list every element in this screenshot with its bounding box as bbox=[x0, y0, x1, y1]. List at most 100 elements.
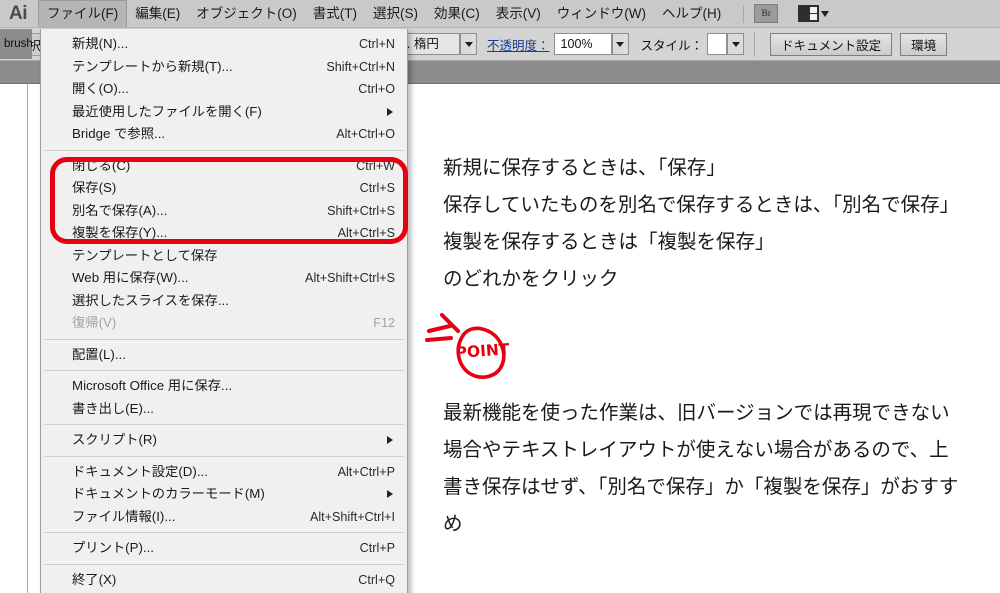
file-menu-item[interactable]: 複製を保存(Y)... Alt+Ctrl+S bbox=[41, 222, 407, 245]
instruction-text-line: 複製を保存するときは「複製を保存」 bbox=[443, 223, 959, 260]
menu-bar-item-label: 表示(V) bbox=[496, 6, 541, 21]
menu-bar-item-label: 選択(S) bbox=[373, 6, 418, 21]
menu-separator bbox=[44, 150, 404, 151]
stroke-profile-dropdown-arrow[interactable] bbox=[460, 33, 477, 55]
file-menu-item-label: ファイル情報(I)... bbox=[72, 506, 175, 529]
file-menu-item[interactable]: プリント(P)...Ctrl+P bbox=[41, 537, 407, 560]
bridge-icon[interactable]: Br bbox=[754, 4, 778, 23]
file-menu-item[interactable]: 新規(N)...Ctrl+N bbox=[41, 33, 407, 56]
menu-bar-item-label: 効果(C) bbox=[434, 6, 480, 21]
menu-separator bbox=[44, 456, 404, 457]
menu-bar-item-label: 書式(T) bbox=[313, 6, 357, 21]
instruction-text-block-2: 最新機能を使った作業は、旧バージョンでは再現できない場合やテキストレイアウトが使… bbox=[443, 394, 958, 542]
menu-help[interactable]: ヘルプ(H) bbox=[654, 1, 729, 27]
menu-separator bbox=[44, 424, 404, 425]
menu-window[interactable]: ウィンドウ(W) bbox=[549, 1, 654, 27]
submenu-arrow-icon bbox=[387, 108, 393, 116]
menu-bar-item-label: ファイル(F) bbox=[47, 6, 118, 21]
file-menu-item-label: Bridge で参照... bbox=[72, 123, 165, 146]
illustrator-window: Ai ファイル(F) 編集(E) オブジェクト(O) 書式(T) 選択(S) 効果(C) 表… bbox=[0, 0, 1000, 593]
file-menu-item-label: Microsoft Office 用に保存... bbox=[72, 375, 232, 398]
menu-separator bbox=[44, 564, 404, 565]
file-menu-item-label: プリント(P)... bbox=[72, 537, 154, 560]
menu-bar-divider bbox=[743, 5, 744, 23]
file-menu-item[interactable]: Web 用に保存(W)...Alt+Shift+Ctrl+S bbox=[41, 267, 407, 290]
file-menu-item-label: 保存(S) bbox=[72, 177, 116, 200]
opacity-label[interactable]: 不透明度： bbox=[487, 35, 550, 54]
file-menu-item-label: 最近使用したファイルを開く(F) bbox=[72, 101, 262, 124]
file-menu-item-shortcut: Ctrl+S bbox=[360, 181, 397, 195]
file-menu-item[interactable]: ドキュメント設定(D)...Alt+Ctrl+P bbox=[41, 461, 407, 484]
file-menu-item[interactable]: 終了(X) Ctrl+Q bbox=[41, 569, 407, 592]
file-menu-item-label: 復帰(V) bbox=[72, 312, 116, 335]
file-menu-item[interactable]: ドキュメントのカラーモード(M) bbox=[41, 483, 407, 506]
preferences-button[interactable]: 環境 bbox=[900, 33, 947, 56]
file-menu-item[interactable]: 保存(S) Ctrl+S bbox=[41, 177, 407, 200]
opacity-input[interactable]: 100% bbox=[554, 33, 612, 55]
menu-separator bbox=[44, 532, 404, 533]
menu-separator bbox=[44, 370, 404, 371]
opacity-dropdown-arrow[interactable] bbox=[612, 33, 629, 55]
file-menu-item-shortcut: Ctrl+W bbox=[356, 159, 397, 173]
file-menu-item-shortcut: Alt+Ctrl+P bbox=[338, 465, 397, 479]
menu-type[interactable]: 書式(T) bbox=[305, 1, 365, 27]
file-menu-item-label: 終了(X) bbox=[72, 569, 116, 592]
file-menu-item[interactable]: Microsoft Office 用に保存... bbox=[41, 375, 407, 398]
file-menu-item[interactable]: 選択したスライスを保存... bbox=[41, 290, 407, 313]
menu-bar-item-label: ウィンドウ(W) bbox=[557, 6, 646, 21]
file-menu-item[interactable]: 閉じる(C) Ctrl+W bbox=[41, 155, 407, 178]
menu-view[interactable]: 表示(V) bbox=[488, 1, 549, 27]
style-dropdown-arrow[interactable] bbox=[727, 33, 744, 55]
point-badge: POINT bbox=[425, 303, 520, 391]
file-menu-item[interactable]: 書き出し(E)... bbox=[41, 398, 407, 421]
menu-bar-item-label: オブジェクト(O) bbox=[196, 6, 297, 21]
app-logo: Ai bbox=[0, 0, 38, 28]
file-menu-dropdown[interactable]: 新規(N)...Ctrl+Nテンプレートから新規(T)...Shift+Ctrl… bbox=[40, 29, 408, 593]
menu-file[interactable]: ファイル(F) bbox=[38, 0, 127, 27]
file-menu-item[interactable]: テンプレートから新規(T)...Shift+Ctrl+N bbox=[41, 56, 407, 79]
file-menu-item-label: 複製を保存(Y)... bbox=[72, 222, 167, 245]
file-menu-item[interactable]: 別名で保存(A)...Shift+Ctrl+S bbox=[41, 200, 407, 223]
instruction-text-line: 最新機能を使った作業は、旧バージョンでは再現できない bbox=[443, 394, 958, 431]
style-label: スタイル： bbox=[641, 35, 704, 54]
file-menu-item-shortcut: Ctrl+Q bbox=[358, 573, 397, 587]
style-swatch[interactable] bbox=[707, 33, 727, 55]
point-badge-icon: POINT bbox=[425, 303, 520, 391]
brush-label: brush bbox=[4, 38, 33, 50]
file-menu-item[interactable]: Bridge で参照...Alt+Ctrl+O bbox=[41, 123, 407, 146]
submenu-arrow-icon bbox=[387, 436, 393, 444]
menu-separator bbox=[44, 339, 404, 340]
file-menu-item-label: テンプレートから新規(T)... bbox=[72, 56, 233, 79]
file-menu-item[interactable]: 最近使用したファイルを開く(F) bbox=[41, 101, 407, 124]
instruction-text-line: め bbox=[443, 505, 958, 542]
file-menu-item-shortcut: Ctrl+O bbox=[358, 82, 397, 96]
submenu-arrow-icon bbox=[387, 490, 393, 498]
workspace-switcher-button[interactable] bbox=[798, 5, 829, 22]
file-menu-item[interactable]: 開く(O)... Ctrl+O bbox=[41, 78, 407, 101]
file-menu-item[interactable]: ファイル情報(I)... Alt+Shift+Ctrl+I bbox=[41, 506, 407, 529]
file-menu-item-shortcut: Shift+Ctrl+S bbox=[327, 204, 397, 218]
control-bar-divider bbox=[754, 32, 755, 57]
instruction-text-block-1: 新規に保存するときは、「保存」保存していたものを別名で保存するときは、「別名で保… bbox=[443, 149, 959, 297]
menu-effect[interactable]: 効果(C) bbox=[426, 1, 488, 27]
file-menu-item-shortcut: Alt+Ctrl+S bbox=[338, 226, 397, 240]
document-setup-button[interactable]: ドキュメント設定 bbox=[770, 33, 892, 56]
menu-select[interactable]: 選択(S) bbox=[365, 1, 426, 27]
menu-object[interactable]: オブジェクト(O) bbox=[188, 1, 305, 27]
file-menu-item[interactable]: テンプレートとして保存 bbox=[41, 245, 407, 268]
instruction-text-line: 書き保存はせず、「別名で保存」か「複製を保存」がおすす bbox=[443, 468, 958, 505]
brush-strip[interactable]: brush bbox=[0, 29, 32, 59]
file-menu-item[interactable]: 配置(L)... bbox=[41, 344, 407, 367]
file-menu-item-label: 開く(O)... bbox=[72, 78, 129, 101]
file-menu-item[interactable]: スクリプト(R) bbox=[41, 429, 407, 452]
file-menu-item-label: スクリプト(R) bbox=[72, 429, 157, 452]
file-menu-item-label: 閉じる(C) bbox=[72, 155, 130, 178]
file-menu-item-label: 配置(L)... bbox=[72, 344, 126, 367]
menu-edit[interactable]: 編集(E) bbox=[127, 1, 188, 27]
file-menu-item-shortcut: Alt+Shift+Ctrl+I bbox=[310, 510, 397, 524]
file-menu-item-shortcut: Alt+Shift+Ctrl+S bbox=[305, 271, 397, 285]
menu-bar-item-label: 編集(E) bbox=[135, 6, 180, 21]
menu-bar-item-label: ヘルプ(H) bbox=[662, 6, 721, 21]
file-menu-item: 復帰(V)F12 bbox=[41, 312, 407, 335]
chevron-down-icon bbox=[821, 11, 829, 17]
